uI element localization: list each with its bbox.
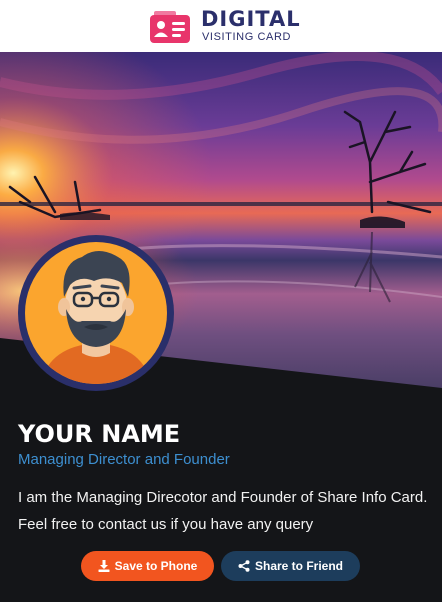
avatar bbox=[18, 235, 174, 391]
brand-subtitle: VISITING CARD bbox=[202, 31, 292, 43]
id-card-icon bbox=[150, 11, 190, 43]
profile-role: Managing Director and Founder bbox=[18, 451, 230, 468]
save-to-phone-button[interactable]: Save to Phone bbox=[81, 551, 214, 581]
save-button-label: Save to Phone bbox=[114, 559, 198, 573]
profile-name: YOUR NAME bbox=[18, 420, 181, 448]
download-icon bbox=[98, 560, 110, 572]
share-icon bbox=[238, 560, 250, 572]
app-header: DIGITAL VISITING CARD bbox=[0, 0, 442, 52]
share-button-label: Share to Friend bbox=[254, 559, 343, 573]
brand-title: DIGITAL bbox=[201, 7, 301, 31]
profile-bio: I am the Managing Direcotor and Founder … bbox=[18, 489, 428, 533]
share-to-friend-button[interactable]: Share to Friend bbox=[221, 551, 360, 581]
